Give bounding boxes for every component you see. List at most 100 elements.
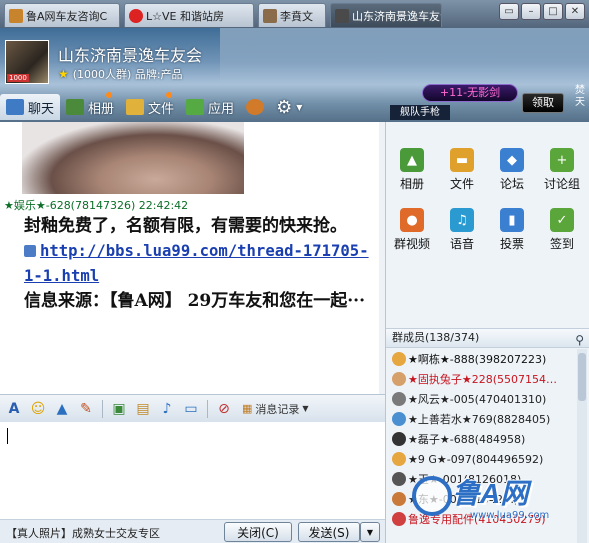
member-avatar xyxy=(392,392,406,406)
app-checkin[interactable]: ✓ 签到 xyxy=(538,208,586,252)
doc-icon[interactable]: ▤ xyxy=(133,400,153,418)
notification-dot xyxy=(166,92,173,98)
app-video[interactable]: ● 群视频 xyxy=(388,208,436,252)
music-icon[interactable]: ♪ xyxy=(157,400,177,418)
member-name: ★9 G★-097(804496592) xyxy=(408,452,544,466)
member-avatar xyxy=(392,452,406,466)
minimize-icon[interactable]: – xyxy=(521,3,541,20)
message-text: 封釉免费了，名额有限，有需要的快来抢。 xyxy=(24,216,347,236)
tab-chat-label: 聊天 xyxy=(28,101,55,117)
close-icon[interactable]: ✕ xyxy=(565,3,585,20)
close-button[interactable]: 关闭(C) xyxy=(224,522,292,542)
tab-chat-3[interactable]: 李賁文 xyxy=(258,3,326,27)
group-icon xyxy=(9,8,23,23)
site-watermark: 鲁A网 www.lua99.com xyxy=(412,470,582,530)
apps-grid: ▲ 相册 ▬ 文件 ◆ 论坛 + 讨论组 ● 群视频 ♫ 语音 ▮ 投票 ✓ 签 xyxy=(386,136,589,336)
restore-icon[interactable]: ▭ xyxy=(499,3,519,20)
group-avatar[interactable]: 1000 xyxy=(5,40,49,84)
tab-label: 李賁文 xyxy=(280,9,313,23)
tab-chat-2[interactable]: L☆VE 和谐站房 xyxy=(124,3,254,27)
member-row[interactable]: ★风云★-005(470401310) xyxy=(386,389,576,409)
emoji-icon[interactable]: ☺ xyxy=(28,400,48,418)
member-avatar xyxy=(392,372,406,386)
chat-icon xyxy=(6,99,24,115)
voice-icon: ♫ xyxy=(450,208,474,232)
tab-files[interactable]: 文件 xyxy=(120,92,180,120)
send-options-button[interactable]: ▼ xyxy=(360,522,380,542)
chevron-down-icon: ▼ xyxy=(302,404,309,413)
avatar-icon xyxy=(335,8,349,23)
shake-icon[interactable]: ✎ xyxy=(76,400,96,418)
tab-files-label: 文件 xyxy=(148,101,175,117)
member-name: ★上善若水★769(8828405) xyxy=(408,413,551,426)
divider xyxy=(207,399,208,418)
member-name: ★风云★-005(470401310) xyxy=(408,393,547,406)
window-controls: ▭ – □ ✕ xyxy=(499,3,585,20)
member-row[interactable]: ★上善若水★769(8828405) xyxy=(386,409,576,429)
app-voice[interactable]: ♫ 语音 xyxy=(438,208,486,252)
tab-apps[interactable]: 应用 xyxy=(180,94,240,120)
album-icon: ▲ xyxy=(400,148,424,172)
settings-button[interactable]: ⚙ ▼ xyxy=(270,94,308,120)
tab-bar: 鲁A网车友咨询C L☆VE 和谐站房 李賁文 山东济南景逸车友会 ▭ – □ ✕ xyxy=(0,0,589,28)
message-text: 信息来源：【鲁A网】 29万车友和您在一起··· xyxy=(24,291,366,311)
tab-apps-label: 应用 xyxy=(208,101,235,117)
watermark-url: www.lua99.com xyxy=(470,510,550,521)
app-album[interactable]: ▲ 相册 xyxy=(388,148,436,192)
font-icon[interactable]: A xyxy=(4,400,24,418)
message-link[interactable]: http://bbs.lua99.com/thread-171705-1-1.h… xyxy=(24,242,369,285)
app-forum[interactable]: ◆ 论坛 xyxy=(488,148,536,192)
tab-album[interactable]: 相册 xyxy=(60,92,120,120)
tab-label: 鲁A网车友咨询C xyxy=(26,9,108,23)
app-label: 相册 xyxy=(399,177,424,191)
ad-link[interactable]: 【真人照片】成熟女士交友专区 xyxy=(6,525,160,541)
message-input[interactable] xyxy=(0,422,385,519)
game-ad[interactable]: +11-无影剑 领取 舰队手枪 焚天 xyxy=(390,83,589,121)
members-count: 群成员(138/374) xyxy=(392,331,480,344)
input-toolbar: A ☺ ▲ ✎ ▣ ▤ ♪ ▭ ⊘ ▦ 消息记录 ▼ xyxy=(0,394,385,422)
member-avatar xyxy=(392,512,406,526)
add-member-button[interactable] xyxy=(240,94,270,120)
send-button[interactable]: 发送(S) xyxy=(298,522,360,542)
member-row[interactable]: ★9 G★-097(804496592) xyxy=(386,449,576,469)
app-label: 签到 xyxy=(549,237,574,251)
maximize-icon[interactable]: □ xyxy=(543,3,563,20)
album-icon xyxy=(66,99,85,115)
search-icon[interactable]: ⚲ xyxy=(575,331,584,349)
tab-chat-active[interactable]: 山东济南景逸车友会 xyxy=(330,3,442,27)
member-row[interactable]: ★啊栋★-888(398207223) xyxy=(386,349,576,369)
forum-icon: ◆ xyxy=(500,148,524,172)
app-files[interactable]: ▬ 文件 xyxy=(438,148,486,192)
claim-button[interactable]: 领取 xyxy=(522,93,564,113)
main-toolbar: 聊天 相册 文件 应用 ⚙ ▼ xyxy=(0,92,385,122)
tab-album-label: 相册 xyxy=(88,101,115,117)
magic-icon[interactable]: ▲ xyxy=(52,400,72,418)
app-discussion[interactable]: + 讨论组 xyxy=(538,148,586,192)
tab-chat-1[interactable]: 鲁A网车友咨询C xyxy=(4,3,120,27)
member-row[interactable]: ★固执兔子★228(5507154… xyxy=(386,369,576,389)
heart-icon xyxy=(129,8,143,23)
history-button[interactable]: ▦ 消息记录 ▼ xyxy=(242,401,309,417)
screenshot-icon[interactable]: ▭ xyxy=(181,400,201,418)
tab-label: L☆VE 和谐站房 xyxy=(146,9,224,23)
member-avatar xyxy=(392,412,406,426)
image-icon[interactable]: ▣ xyxy=(109,400,129,418)
group-subtitle: ★ (1000人群) 品牌:产品 xyxy=(58,66,183,82)
block-icon[interactable]: ⊘ xyxy=(214,400,234,418)
notification-dot xyxy=(106,92,113,98)
tab-chat[interactable]: 聊天 xyxy=(0,94,61,120)
checkin-icon: ✓ xyxy=(550,208,574,232)
game-pill[interactable]: +11-无影剑 xyxy=(422,84,518,102)
message-link-row: http://bbs.lua99.com/thread-171705-1-1.h… xyxy=(24,239,369,289)
chat-history[interactable]: ★娱乐★-628(78147326) 22:42:42 封釉免费了，名额有限，有… xyxy=(0,122,385,394)
apps-icon xyxy=(186,99,205,115)
member-name: ★固执兔子★228(5507154… xyxy=(408,373,557,386)
game-side-text: 焚天 xyxy=(575,85,585,108)
scrollbar-thumb[interactable] xyxy=(578,353,586,401)
app-vote[interactable]: ▮ 投票 xyxy=(488,208,536,252)
shared-photo[interactable] xyxy=(22,122,244,194)
add-group-icon: + xyxy=(550,148,574,172)
member-row[interactable]: ★磊子★-688(484958) xyxy=(386,429,576,449)
add-member-icon xyxy=(246,99,265,115)
group-title[interactable]: 山东济南景逸车友会 xyxy=(58,42,202,66)
